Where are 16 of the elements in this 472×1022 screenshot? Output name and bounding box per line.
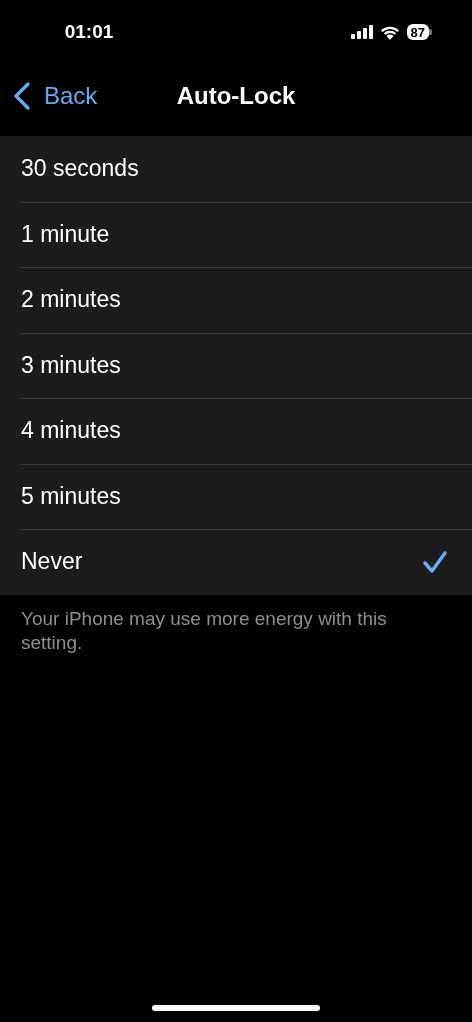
list-option[interactable]: 2 minutes	[0, 267, 472, 333]
status-time: 01:01	[63, 21, 115, 43]
list-option[interactable]: 4 minutes	[0, 398, 472, 464]
home-indicator[interactable]	[152, 1005, 320, 1011]
list-option[interactable]: 3 minutes	[0, 332, 472, 398]
list-option[interactable]: 5 minutes	[0, 463, 472, 529]
signal-icon	[350, 25, 373, 39]
list-option[interactable]: 1 minute	[0, 201, 472, 267]
wifi-icon	[379, 24, 400, 40]
chevron-left-icon	[12, 81, 32, 111]
battery-percentage: 87	[410, 24, 425, 40]
list-option[interactable]: 30 seconds	[0, 136, 472, 202]
list-option[interactable]: Never	[0, 529, 472, 595]
page-title: Auto-Lock	[176, 82, 296, 110]
footer-note: Your iPhone may use more energy with this setting.	[20, 606, 388, 655]
back-button[interactable]: Back	[0, 81, 98, 111]
